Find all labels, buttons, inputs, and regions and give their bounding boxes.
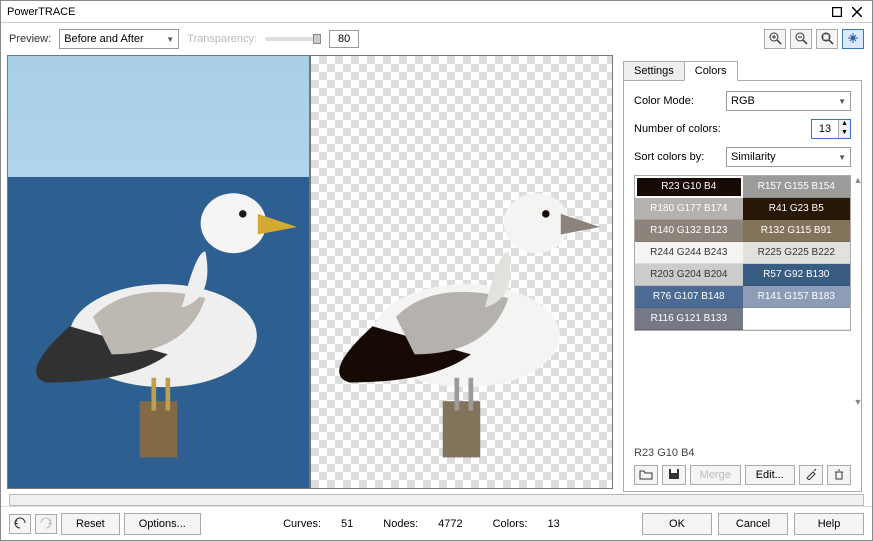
selected-color-label: R23 G10 B4 [634,447,851,459]
eyedropper-button[interactable] [799,465,823,485]
color-mode-label: Color Mode: [634,95,726,107]
preview-after-pane[interactable] [310,55,613,489]
color-swatch[interactable]: R180 G177 B174 [635,198,743,220]
zoom-in-icon [768,31,782,48]
maximize-button[interactable] [828,5,846,19]
delete-color-button[interactable] [827,465,851,485]
sort-colors-value: Similarity [731,151,776,163]
nodes-label: Nodes: [383,518,418,530]
colors-label: Colors: [493,518,528,530]
bird-original-image [18,134,299,462]
sort-colors-dropdown[interactable]: Similarity ▼ [726,147,851,167]
swatch-scrollbar[interactable]: ▲ ▼ [853,175,863,407]
color-swatch[interactable]: R132 G115 B91 [743,220,851,242]
color-swatch[interactable]: R225 G225 B222 [743,242,851,264]
empty-swatch [743,308,851,330]
slider-thumb[interactable] [313,34,321,44]
color-swatch[interactable]: R116 G121 B133 [635,308,743,330]
tab-settings[interactable]: Settings [623,61,685,81]
num-colors-label: Number of colors: [634,123,726,135]
options-button[interactable]: Options... [124,513,201,535]
curves-label: Curves: [283,518,321,530]
curves-value: 51 [341,518,353,530]
transparency-value[interactable] [329,30,359,48]
redo-icon [39,517,53,532]
window-title: PowerTRACE [7,6,826,18]
zoom-in-button[interactable] [764,29,786,49]
cancel-button[interactable]: Cancel [718,513,788,535]
undo-button[interactable] [9,514,31,534]
color-swatch-grid: R23 G10 B4R157 G155 B154R180 G177 B174R4… [634,175,851,331]
edit-color-button[interactable]: Edit... [745,465,796,485]
transparency-slider[interactable] [265,37,321,41]
color-swatch[interactable]: R141 G157 B183 [743,286,851,308]
color-swatch[interactable]: R57 G92 B130 [743,264,851,286]
num-colors-up[interactable]: ▲ [838,120,850,129]
close-button[interactable] [848,5,866,19]
zoom-fit-button[interactable] [816,29,838,49]
num-colors-down[interactable]: ▼ [838,129,850,138]
nodes-value: 4772 [438,518,462,530]
preview-label: Preview: [9,33,51,45]
trash-icon [833,468,845,483]
scroll-down-icon[interactable]: ▼ [853,397,863,407]
transparency-label: Transparency: [187,33,257,45]
eyedropper-icon [805,468,817,483]
ok-button[interactable]: OK [642,513,712,535]
color-swatch[interactable]: R157 G155 B154 [743,176,851,198]
chevron-down-icon: ▼ [838,153,846,162]
reset-button[interactable]: Reset [61,513,120,535]
horizontal-scrollbar[interactable] [9,494,864,506]
color-swatch[interactable]: R23 G10 B4 [635,176,743,198]
tab-colors[interactable]: Colors [684,61,738,81]
zoom-out-button[interactable] [790,29,812,49]
preview-mode-dropdown[interactable]: Before and After ▼ [59,29,179,49]
color-swatch[interactable]: R244 G244 B243 [635,242,743,264]
num-colors-spinner[interactable]: ▲ ▼ [811,119,851,139]
color-swatch[interactable]: R76 G107 B148 [635,286,743,308]
zoom-out-icon [794,31,808,48]
undo-icon [13,517,27,532]
open-palette-button[interactable] [634,465,658,485]
color-mode-value: RGB [731,95,755,107]
color-swatch[interactable]: R203 G204 B204 [635,264,743,286]
redo-button[interactable] [35,514,57,534]
chevron-down-icon: ▼ [166,35,174,44]
color-swatch[interactable]: R140 G132 B123 [635,220,743,242]
color-mode-dropdown[interactable]: RGB ▼ [726,91,851,111]
pan-button[interactable] [842,29,864,49]
merge-button[interactable]: Merge [690,465,741,485]
scroll-up-icon[interactable]: ▲ [853,175,863,185]
num-colors-input[interactable] [812,120,838,138]
preview-mode-value: Before and After [64,33,144,45]
bird-traced-image [321,134,602,462]
chevron-down-icon: ▼ [838,97,846,106]
colors-value: 13 [547,518,559,530]
save-palette-button[interactable] [662,465,686,485]
sort-colors-label: Sort colors by: [634,151,726,163]
folder-open-icon [639,468,653,483]
help-button[interactable]: Help [794,513,864,535]
color-swatch[interactable]: R41 G23 B5 [743,198,851,220]
pan-icon [846,31,860,48]
preview-before-pane[interactable] [7,55,310,489]
zoom-fit-icon [820,31,834,48]
save-icon [668,468,680,483]
